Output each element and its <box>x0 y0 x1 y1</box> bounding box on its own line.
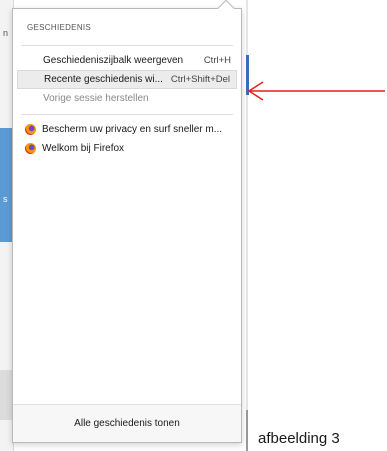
menu-item-label: Recente geschiedenis wi... <box>44 74 163 85</box>
history-panel: Geschiedenis Geschiedeniszijbalk weergev… <box>12 8 242 443</box>
red-arrow-annotation <box>247 81 385 101</box>
show-all-history-label: Alle geschiedenis tonen <box>74 418 180 429</box>
menu-item-shortcut: Ctrl+Shift+Del <box>170 74 230 85</box>
menu-item-clear-recent-history[interactable]: Recente geschiedenis wi... Ctrl+Shift+De… <box>17 70 237 89</box>
history-item-label: Bescherm uw privacy en surf sneller m... <box>42 124 223 135</box>
window-right-edge-dark <box>246 410 248 451</box>
background-edge-letter: n <box>3 28 9 38</box>
menu-item-shortcut: Ctrl+H <box>203 55 231 66</box>
firefox-icon <box>25 143 36 154</box>
menu-item-restore-session[interactable]: Vorige sessie herstellen <box>17 89 237 108</box>
show-all-history-button[interactable]: Alle geschiedenis tonen <box>13 404 241 442</box>
firefox-icon <box>25 124 36 135</box>
history-item[interactable]: Welkom bij Firefox <box>17 139 237 158</box>
panel-header: Geschiedenis <box>27 23 92 32</box>
menu-item-label: Geschiedeniszijbalk weergeven <box>43 55 184 66</box>
history-list: Bescherm uw privacy en surf sneller m...… <box>13 115 241 158</box>
figure-caption: afbeelding 3 <box>258 430 340 447</box>
history-item[interactable]: Bescherm uw privacy en surf sneller m... <box>17 120 237 139</box>
menu-item-label: Vorige sessie herstellen <box>43 93 149 104</box>
history-item-label: Welkom bij Firefox <box>42 143 125 154</box>
background-edge-letter-2: s <box>3 194 8 204</box>
history-menu: Geschiedeniszijbalk weergeven Ctrl+H Rec… <box>13 46 241 108</box>
menu-item-history-sidebar[interactable]: Geschiedeniszijbalk weergeven Ctrl+H <box>17 51 237 70</box>
